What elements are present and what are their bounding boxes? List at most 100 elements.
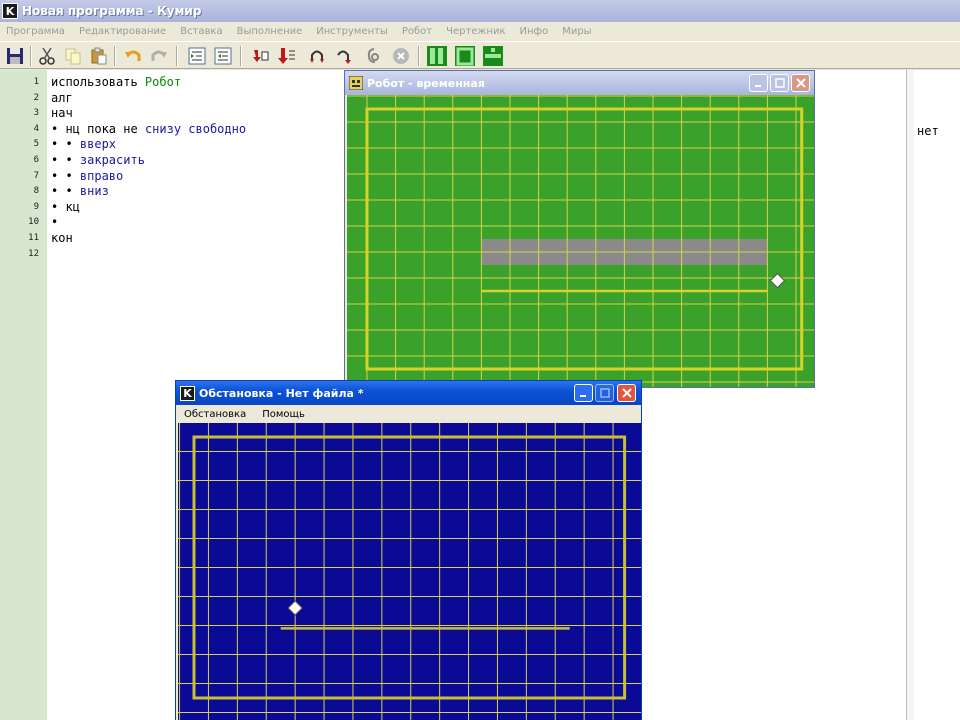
line-number: 9 <box>33 201 39 212</box>
env-close-button[interactable] <box>617 384 636 402</box>
env-maximize-button[interactable] <box>595 384 614 402</box>
code-line[interactable]: • • вверх <box>51 137 116 152</box>
robot-maximize-button[interactable] <box>770 74 789 92</box>
line-number: 8 <box>33 186 39 197</box>
minimize-icon <box>755 84 761 87</box>
code-line[interactable]: • нц пока не снизу свободно <box>51 122 246 137</box>
undo-icon[interactable] <box>122 45 144 67</box>
robot-close-button[interactable] <box>791 74 810 92</box>
step-icon[interactable] <box>250 45 272 67</box>
close-icon <box>795 78 806 88</box>
line-number: 2 <box>33 92 39 103</box>
line-number-gutter: 1 2 3 4 5 6 7 8 9 10 11 12 <box>0 70 47 720</box>
menu-robot[interactable]: Робот <box>402 26 432 37</box>
line-number: 11 <box>28 233 39 243</box>
code-token-green: Робот <box>144 75 182 89</box>
minimize-icon <box>580 394 586 397</box>
code-line[interactable]: использовать Робот <box>51 75 181 90</box>
environment-field[interactable] <box>178 423 641 720</box>
code-token-prefix: • • <box>51 168 80 183</box>
code-token-kw: нц пока не <box>65 121 145 136</box>
env-menu-help[interactable]: Помощь <box>262 409 305 420</box>
run-icon[interactable] <box>332 45 354 67</box>
robot-window-title: Робот - временная <box>367 76 485 90</box>
robot-icon <box>349 76 363 90</box>
menu-program[interactable]: Программа <box>6 26 65 37</box>
editor-margin-divider[interactable] <box>906 70 914 720</box>
menu-drafter[interactable]: Чертежник <box>446 26 505 37</box>
view-box-icon[interactable] <box>454 45 476 67</box>
toolbar <box>0 41 960 69</box>
close-icon <box>621 388 632 398</box>
code-token-blue: вверх <box>79 137 117 152</box>
code-line[interactable]: алг <box>51 91 73 106</box>
code-line[interactable]: • • вправо <box>51 169 123 184</box>
robot-window-title-bar[interactable]: Робот - временная <box>345 71 814 95</box>
menu-insert[interactable]: Вставка <box>180 26 222 37</box>
cut-icon[interactable] <box>36 45 58 67</box>
kumir-app: K Новая программа - Кумир Программа Реда… <box>0 0 960 720</box>
code-line[interactable]: • • вниз <box>51 184 109 199</box>
step-into-icon[interactable] <box>276 45 298 67</box>
menu-tools[interactable]: Инструменты <box>316 26 388 37</box>
debug-icon[interactable] <box>362 45 384 67</box>
code-line[interactable]: кон <box>51 231 73 246</box>
main-title-bar[interactable]: K Новая программа - Кумир <box>0 0 960 22</box>
env-window-title: Обстановка - Нет файла * <box>199 386 364 400</box>
env-window-title-bar[interactable]: K Обстановка - Нет файла * <box>176 381 641 405</box>
code-token-kw: кц <box>65 199 80 214</box>
code-token-prefix: • • <box>51 137 80 152</box>
indent-icon[interactable] <box>186 45 208 67</box>
kumir-logo-icon: K <box>2 3 18 19</box>
view-split-icon[interactable] <box>482 45 504 67</box>
save-icon[interactable] <box>4 45 26 67</box>
maximize-icon <box>774 78 785 88</box>
code-token-blue: вправо <box>79 168 124 183</box>
field-background <box>178 423 641 720</box>
menu-run[interactable]: Выполнение <box>237 26 303 37</box>
code-token-blue: закрасить <box>79 153 145 167</box>
code-token-blue: снизу свободно <box>144 121 247 136</box>
line-number: 4 <box>33 123 39 134</box>
code-token-prefix: • <box>51 121 66 136</box>
robot-window: Робот - временная <box>344 70 815 388</box>
maximize-icon <box>599 388 610 398</box>
robot-field[interactable] <box>347 95 814 387</box>
code-token-kw: кон <box>51 231 73 245</box>
kumir-logo-icon: K <box>180 385 195 401</box>
code-token-blue: вниз <box>79 184 109 199</box>
code-line[interactable]: • • закрасить <box>51 153 145 168</box>
code-line[interactable]: нач <box>51 106 73 121</box>
paste-icon[interactable] <box>88 45 110 67</box>
line-number: 7 <box>33 170 39 181</box>
line-number: 10 <box>28 217 39 228</box>
view-columns-icon[interactable] <box>426 45 448 67</box>
redo-icon[interactable] <box>148 45 170 67</box>
code-token-kw: алг <box>51 90 73 105</box>
code-token-prefix: • <box>51 215 59 230</box>
line-number: 5 <box>33 139 39 150</box>
stop-icon[interactable] <box>390 45 412 67</box>
code-token-kw: нач <box>51 106 73 121</box>
window-title: Новая программа - Кумир <box>22 4 202 18</box>
line-number: 12 <box>28 248 39 259</box>
loop-icon[interactable] <box>306 45 328 67</box>
env-menu-environment[interactable]: Обстановка <box>184 409 246 420</box>
menu-bar: Программа Редактирование Вставка Выполне… <box>0 22 960 41</box>
code-token-kw: использовать <box>51 75 145 89</box>
menu-worlds[interactable]: Миры <box>562 26 591 37</box>
env-menu-bar: Обстановка Помощь <box>176 405 641 423</box>
robot-minimize-button[interactable] <box>749 74 768 92</box>
env-minimize-button[interactable] <box>574 384 593 402</box>
code-token-prefix: • • <box>51 184 80 199</box>
copy-icon[interactable] <box>62 45 84 67</box>
code-token-prefix: • <box>51 199 66 214</box>
menu-info[interactable]: Инфо <box>520 26 549 37</box>
code-line[interactable]: • кц <box>51 200 80 215</box>
code-token-prefix: • • <box>51 153 80 167</box>
outdent-icon[interactable] <box>212 45 234 67</box>
line-number: 6 <box>33 155 39 165</box>
code-line[interactable]: • <box>51 215 58 230</box>
environment-window: K Обстановка - Нет файла * Обстановка По… <box>175 380 642 720</box>
menu-edit[interactable]: Редактирование <box>79 26 166 37</box>
